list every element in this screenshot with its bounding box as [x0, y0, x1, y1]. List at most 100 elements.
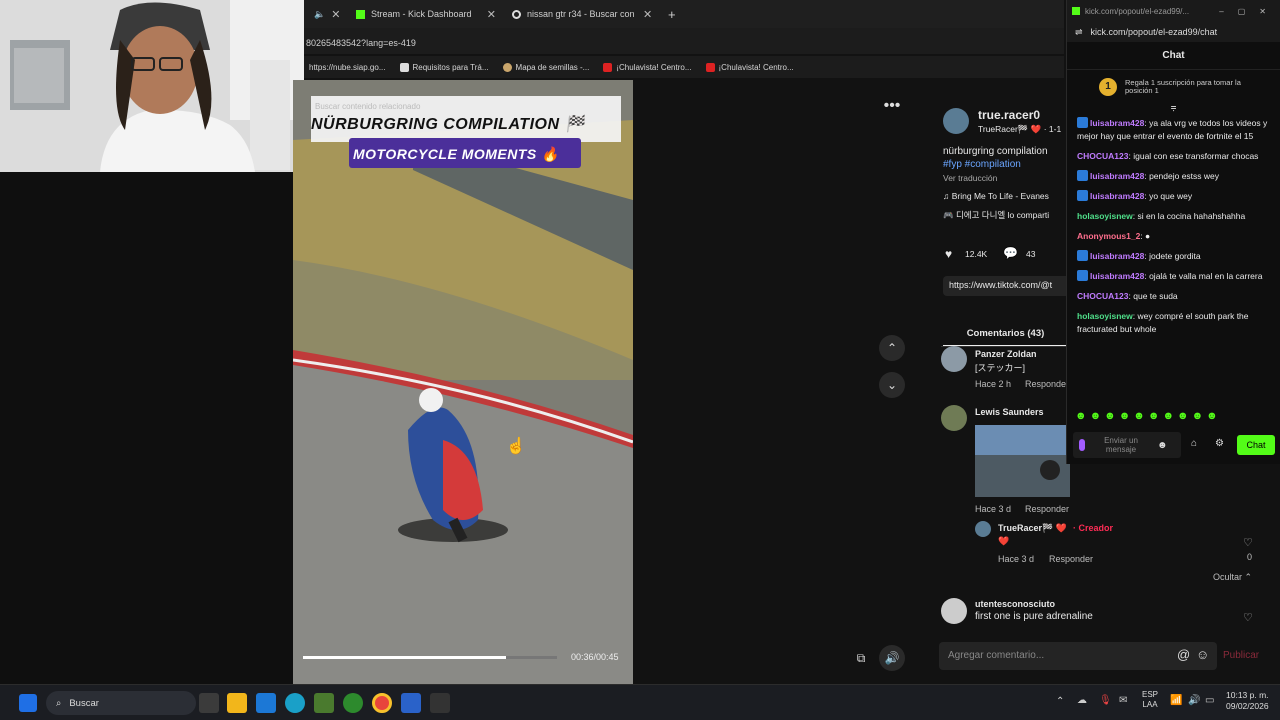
gear-icon[interactable]: ⚙	[1215, 438, 1224, 449]
publish-button[interactable]: Publicar	[1223, 650, 1259, 661]
author-avatar[interactable]	[943, 108, 969, 134]
close-tab-icon[interactable]: ✕	[487, 8, 496, 21]
like-comment-icon[interactable]: ♡	[1243, 611, 1253, 624]
chat-message-text: jodete gordita	[1149, 251, 1201, 261]
bookmark-item[interactable]: Mapa de semillas -...	[502, 62, 589, 72]
avatar[interactable]	[941, 405, 967, 431]
chat-username[interactable]: luisabram428	[1090, 251, 1144, 261]
video-progress-bar[interactable]	[303, 656, 557, 659]
translate-link[interactable]: Ver traducción	[943, 173, 997, 183]
previous-video-button[interactable]: ⌃	[879, 335, 905, 361]
comment-user[interactable]: Lewis Saunders	[975, 407, 1044, 417]
tab-comments[interactable]: Comentarios (43)	[943, 328, 1068, 347]
avatar[interactable]	[941, 598, 967, 624]
mention-icon[interactable]: @	[1177, 647, 1190, 662]
reply-link[interactable]: Responder	[1025, 504, 1069, 514]
author-name[interactable]: true.racer0	[978, 108, 1040, 122]
more-options-icon[interactable]: •••	[879, 93, 905, 119]
window-controls[interactable]: –▢✕	[1219, 7, 1280, 16]
comment-image-attachment[interactable]	[975, 425, 1070, 497]
bookmark-item[interactable]: ¡Chulavista! Centro...	[705, 62, 794, 72]
video-player[interactable]: Buscar contenido relacionado NÜRBURGRING…	[293, 80, 633, 684]
comment-user[interactable]: utentesconosciuto	[975, 599, 1055, 609]
hide-replies-link[interactable]: Ocultar ⌃	[1213, 572, 1252, 583]
mute-icon[interactable]: 🔈	[314, 9, 325, 20]
comment-user[interactable]: Panzer Zoldan	[975, 349, 1037, 359]
task-view-icon[interactable]	[199, 693, 219, 713]
mic-icon[interactable]	[1079, 439, 1085, 451]
tray-chevron-icon[interactable]: ⌃	[1056, 696, 1064, 707]
avatar[interactable]	[941, 346, 967, 372]
bookmark-item[interactable]: https://nube.siap.go...	[309, 63, 386, 72]
chat-title: Chat	[1067, 42, 1280, 70]
chat-scroll-indicator-icon[interactable]: ⩦	[1067, 102, 1280, 113]
heart-icon[interactable]: ♥	[945, 247, 952, 261]
close-tab-icon[interactable]: ✕	[331, 8, 340, 21]
new-tab-button[interactable]: +	[668, 4, 676, 24]
store-icon[interactable]	[256, 693, 276, 713]
emote-icon[interactable]: ☻	[1157, 440, 1168, 451]
clock[interactable]: 10:13 p. m. 09/02/2026	[1226, 690, 1269, 712]
chat-username[interactable]: CHOCUA123	[1077, 291, 1129, 301]
gift-sub-promo[interactable]: 1 Regala 1 suscripción para tomar la pos…	[1067, 70, 1280, 102]
webcam-overlay	[0, 0, 304, 172]
emoji-icon[interactable]: ☺	[1196, 647, 1209, 662]
edge-icon[interactable]	[285, 693, 305, 713]
reply-link[interactable]: Responder	[1025, 379, 1069, 389]
minecraft-icon[interactable]	[314, 693, 334, 713]
wifi-icon[interactable]: 📶	[1170, 695, 1182, 706]
like-comment-icon[interactable]: ♡	[1243, 536, 1253, 549]
bookmark-item[interactable]: Requisitos para Trá...	[399, 62, 489, 72]
taskbar-search[interactable]: ⌕ Buscar	[46, 691, 196, 715]
next-video-button[interactable]: ⌄	[879, 372, 905, 398]
chat-message-text: yo que wey	[1149, 191, 1193, 201]
chat-username[interactable]: holasoyisnew	[1077, 311, 1133, 321]
chat-username[interactable]: Anonymous1_2	[1077, 231, 1140, 241]
battery-icon[interactable]: ▭	[1205, 695, 1214, 706]
chrome-icon[interactable]	[372, 693, 392, 713]
volume-icon[interactable]: 🔊	[1188, 695, 1200, 706]
chat-username[interactable]: luisabram428	[1090, 191, 1144, 201]
app-icon[interactable]	[430, 693, 450, 713]
chat-input[interactable]: Enviar un mensaje ☻	[1073, 432, 1181, 458]
send-chat-button[interactable]: Chat	[1237, 435, 1275, 455]
tab-kick-dashboard[interactable]: Stream - Kick Dashboard ✕	[356, 4, 496, 24]
url-bar[interactable]: 80265483542?lang=es-419	[304, 28, 1064, 54]
settings-icon[interactable]: ⇌	[1075, 27, 1083, 38]
reply-link[interactable]: Responder	[1049, 554, 1093, 564]
file-explorer-icon[interactable]	[227, 693, 247, 713]
comment-icon[interactable]: 💬	[1003, 246, 1018, 260]
tab-google-search[interactable]: nissan gtr r34 - Buscar con Goo ✕	[512, 4, 662, 24]
video-time: 00:36/00:45	[571, 652, 619, 662]
likes-count: 12.4K	[965, 249, 988, 259]
notification-icon[interactable]: ✉	[1119, 695, 1127, 706]
chat-messages-list: luisabram428: ya ala vrg ve todos los vi…	[1067, 117, 1280, 336]
chat-username[interactable]: CHOCUA123	[1077, 151, 1129, 161]
avatar[interactable]	[975, 521, 991, 537]
copy-link-field[interactable]: https://www.tiktok.com/@t	[943, 276, 1078, 296]
language-indicator[interactable]: ESP LAA	[1142, 690, 1158, 710]
video-search-placeholder[interactable]: Buscar contenido relacionado	[315, 102, 420, 111]
chat-username[interactable]: luisabram428	[1090, 171, 1144, 181]
store-icon[interactable]: ⌂	[1191, 438, 1197, 449]
pip-icon[interactable]: ⧉	[848, 645, 874, 671]
outlook-icon[interactable]	[401, 693, 421, 713]
chat-username[interactable]: holasoyisnew	[1077, 211, 1133, 221]
comment-user[interactable]: TrueRacer🏁 ❤️	[998, 523, 1067, 534]
windows-start-icon[interactable]	[19, 694, 37, 712]
volume-icon[interactable]: 🔊	[879, 645, 905, 671]
post-hashtags[interactable]: #fyp #compilation	[943, 159, 1021, 170]
comment-input[interactable]: Agregar comentario... @ ☺	[939, 642, 1217, 670]
xbox-icon[interactable]	[343, 693, 363, 713]
mic-icon[interactable]: 🎙	[1099, 695, 1112, 706]
music-info[interactable]: ♫ Bring Me To Life - Evanes	[943, 191, 1049, 201]
chat-username[interactable]: luisabram428	[1090, 271, 1144, 281]
bookmark-item[interactable]: ¡Chulavista! Centro...	[603, 62, 692, 72]
close-tab-icon[interactable]: ✕	[643, 8, 652, 21]
cloud-icon[interactable]: ☁	[1077, 695, 1087, 706]
google-icon	[512, 9, 521, 19]
tab-controls[interactable]: 🔈 ✕	[314, 4, 340, 24]
video-frame-motorcycle	[293, 80, 633, 684]
chat-username[interactable]: luisabram428	[1090, 118, 1144, 128]
emote-bar[interactable]: ☻☻☻☻☻☻☻☻☻☻	[1075, 410, 1271, 422]
